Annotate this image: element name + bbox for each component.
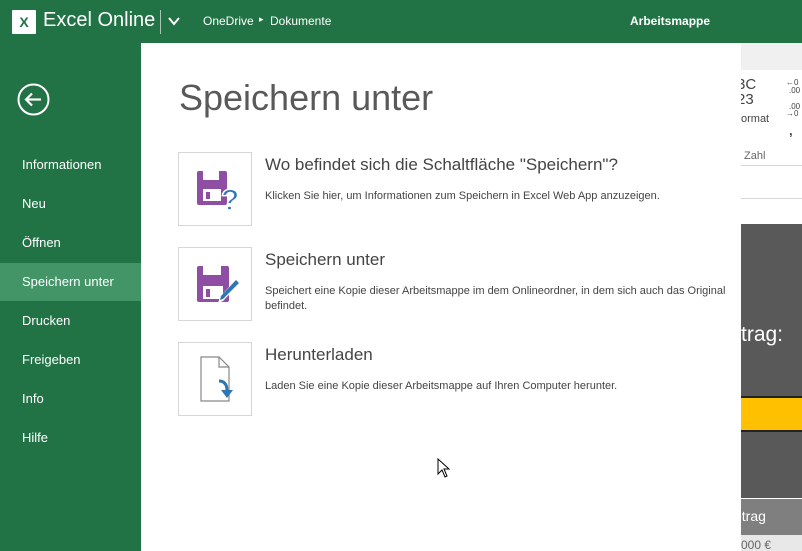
excel-logo-icon[interactable]: X xyxy=(12,10,36,34)
sidebar-item-oeffnen[interactable]: Öffnen xyxy=(0,224,141,262)
breadcrumb-onedrive[interactable]: OneDrive xyxy=(203,14,254,28)
option-download[interactable]: Herunterladen Laden Sie eine Kopie diese… xyxy=(178,342,738,416)
divider xyxy=(741,165,802,166)
sidebar-item-freigeben[interactable]: Freigeben xyxy=(0,341,141,379)
ribbon-text: ormat xyxy=(741,113,770,125)
sidebar-item-neu[interactable]: Neu xyxy=(0,185,141,223)
save-as-panel: Speichern unter ? Wo befindet sich die S… xyxy=(141,43,741,551)
sidebar-item-speichern-unter[interactable]: Speichern unter xyxy=(0,263,141,301)
header-cell: etrag xyxy=(741,499,802,535)
divider xyxy=(160,10,161,34)
value-cell: 000 € xyxy=(741,535,802,551)
mouse-cursor-icon xyxy=(437,458,451,478)
breadcrumb-documents[interactable]: Dokumente xyxy=(270,14,331,28)
sidebar-item-hilfe[interactable]: Hilfe xyxy=(0,419,141,457)
divider xyxy=(741,198,802,199)
value-cell-text: 000 € xyxy=(741,538,772,551)
page-title: Speichern unter xyxy=(179,77,434,118)
yellow-cell xyxy=(741,396,802,432)
breadcrumb-separator: ▸ xyxy=(259,14,264,24)
cell-text: trag: xyxy=(741,323,784,346)
ribbon-text: →0 xyxy=(786,109,799,118)
save-help-icon[interactable]: ? xyxy=(178,152,252,226)
back-arrow-icon[interactable] xyxy=(17,83,50,116)
option-description: Speichert eine Kopie dieser Arbeitsmappe… xyxy=(265,285,726,312)
svg-text:?: ? xyxy=(221,184,239,217)
option-title: Herunterladen xyxy=(265,345,373,364)
top-bar: X Excel Online OneDrive ▸ Dokumente Arbe… xyxy=(0,0,802,43)
chevron-down-icon[interactable] xyxy=(166,13,182,29)
document-title[interactable]: Arbeitsmappe xyxy=(630,14,710,28)
sidebar-item-info[interactable]: Info xyxy=(0,380,141,418)
option-where-is-save[interactable]: ? Wo befindet sich die Schaltfläche "Spe… xyxy=(178,152,738,226)
ribbon-strip xyxy=(741,43,802,70)
comma-style-icon: , xyxy=(789,123,793,138)
background-workbook: 3C 23 ormat Zahl ←0 .00 .00 →0 , trag: e… xyxy=(741,43,802,551)
header-cell-text: etrag xyxy=(741,508,766,524)
sidebar-item-drucken[interactable]: Drucken xyxy=(0,302,141,340)
option-title: Speichern unter xyxy=(265,250,386,269)
ribbon-text: .00 xyxy=(789,86,801,95)
save-as-icon[interactable] xyxy=(178,247,252,321)
sidebar-item-informationen[interactable]: Informationen xyxy=(0,146,141,184)
dark-cell-block xyxy=(741,224,802,498)
backstage-sidebar: Informationen Neu Öffnen Speichern unter… xyxy=(0,43,141,551)
ribbon-group-label: Zahl xyxy=(744,150,766,162)
option-description: Klicken Sie hier, um Informationen zum S… xyxy=(265,190,660,202)
option-title: Wo befindet sich die Schaltfläche "Speic… xyxy=(265,155,618,174)
app-name[interactable]: Excel Online xyxy=(43,9,155,32)
ribbon-text: 23 xyxy=(741,91,754,108)
option-description: Laden Sie eine Kopie dieser Arbeitsmappe… xyxy=(265,380,618,392)
option-save-as[interactable]: Speichern unter Speichert eine Kopie die… xyxy=(178,247,738,321)
download-icon[interactable] xyxy=(178,342,252,416)
